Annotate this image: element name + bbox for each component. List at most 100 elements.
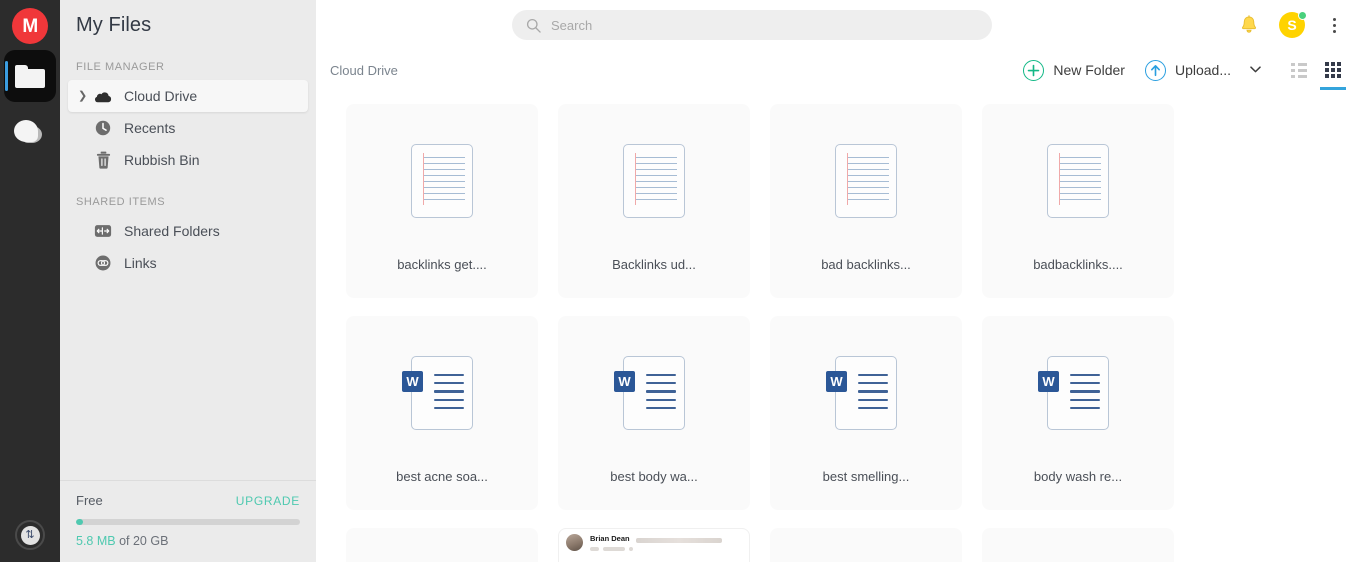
rail-item-cloud-drive[interactable] xyxy=(4,50,56,102)
sidebar-item-label: Rubbish Bin xyxy=(124,152,200,168)
file-card[interactable]: Wbest smelling... xyxy=(770,316,962,510)
file-thumbnail: W xyxy=(346,316,538,469)
file-thumbnail: W xyxy=(558,316,750,469)
trash-bin-icon xyxy=(92,149,114,171)
transfers-icon[interactable]: ⇅ xyxy=(15,520,45,550)
file-name-label: Backlinks ud... xyxy=(612,257,696,272)
storage-progress-bar xyxy=(76,519,300,525)
grid-view-button[interactable] xyxy=(1319,53,1347,90)
file-grid: backlinks get.... Backlinks ud... bad back… xyxy=(316,100,1357,510)
left-rail: M ⇅ xyxy=(0,0,60,562)
breadcrumb[interactable]: Cloud Drive xyxy=(330,63,398,78)
mega-logo-letter: M xyxy=(22,15,38,37)
page-title: My Files xyxy=(76,14,152,36)
file-card[interactable]: badbacklinks.... xyxy=(982,104,1174,298)
upload-button[interactable]: Upload... xyxy=(1135,50,1271,90)
file-card[interactable]: bad backlinks... xyxy=(770,104,962,298)
chat-bubble-icon xyxy=(14,120,46,148)
top-bar-actions: S xyxy=(1239,0,1343,50)
sidebar-item-shared-folders[interactable]: Shared Folders xyxy=(68,215,308,247)
online-status-dot xyxy=(1298,11,1307,20)
sidebar-item-label: Cloud Drive xyxy=(124,88,198,104)
sidebar-item-rubbish-bin[interactable]: Rubbish Bin xyxy=(68,144,308,176)
storage-total-value: of 20 GB xyxy=(115,534,169,548)
file-card[interactable]: Wbody wash re... xyxy=(982,316,1174,510)
sidebar-item-recents[interactable]: Recents xyxy=(68,112,308,144)
word-badge: W xyxy=(614,370,635,392)
chevron-right-icon[interactable]: ❯ xyxy=(78,90,92,102)
storage-used-value: 5.8 MB xyxy=(76,534,116,548)
word-badge: W xyxy=(402,370,423,392)
text-document-icon xyxy=(835,143,897,218)
sidebar-item-cloud-drive[interactable]: ❯ Cloud Drive xyxy=(68,80,308,112)
file-thumbnail xyxy=(770,104,962,257)
file-name-label: best acne soa... xyxy=(396,469,488,484)
word-badge: W xyxy=(826,370,847,392)
search-input[interactable]: Search xyxy=(512,10,992,40)
file-thumbnail xyxy=(346,104,538,257)
top-bar: Search S xyxy=(316,0,1357,50)
clock-icon xyxy=(92,117,114,139)
kebab-menu-icon[interactable] xyxy=(1325,15,1343,35)
file-card[interactable] xyxy=(346,528,538,562)
list-view-icon xyxy=(1291,62,1307,78)
file-name-label: backlinks get.... xyxy=(397,257,487,272)
bell-icon[interactable] xyxy=(1239,14,1259,36)
file-name-label: body wash re... xyxy=(1033,469,1123,484)
file-name-label: best smelling... xyxy=(822,469,910,484)
link-icon xyxy=(92,252,114,274)
file-card[interactable]: Wbest acne soa... xyxy=(346,316,538,510)
file-card[interactable]: Backlinks ud... xyxy=(558,104,750,298)
word-badge: W xyxy=(1038,370,1059,392)
file-card[interactable] xyxy=(770,528,962,562)
sidebar-item-label: Shared Folders xyxy=(124,223,220,239)
file-name-label: badbacklinks.... xyxy=(1033,257,1123,272)
preview-sender-email-redacted xyxy=(635,537,722,543)
shared-folders-icon xyxy=(92,220,114,242)
preview-subline xyxy=(590,547,722,551)
list-view-button[interactable] xyxy=(1285,53,1313,87)
word-document-icon: W xyxy=(1038,355,1109,430)
sidebar-item-links[interactable]: Links xyxy=(68,247,308,279)
text-document-icon xyxy=(1047,143,1109,218)
preview-sender-name: Brian Dean xyxy=(590,534,630,543)
file-thumbnail xyxy=(558,104,750,257)
rail-item-chat[interactable] xyxy=(4,108,56,160)
sidebar-section-label-file-manager: FILE MANAGER xyxy=(76,61,165,73)
file-card[interactable] xyxy=(982,528,1174,562)
word-document-icon: W xyxy=(614,355,685,430)
storage-panel: Free UPGRADE 5.8 MB of 20 GB xyxy=(60,480,316,562)
main-content: Search S Cloud Drive New Folder Upload..… xyxy=(316,0,1357,562)
view-toggle-group xyxy=(1285,53,1347,90)
upload-label: Upload... xyxy=(1174,62,1231,78)
avatar[interactable]: S xyxy=(1279,11,1307,38)
upload-arrow-icon xyxy=(1144,59,1166,81)
mega-logo[interactable]: M xyxy=(12,8,48,44)
text-document-icon xyxy=(623,143,685,218)
preview-avatar xyxy=(566,534,583,551)
plan-row: Free UPGRADE xyxy=(76,493,300,508)
file-name-label: best body wa... xyxy=(610,469,698,484)
upgrade-link[interactable]: UPGRADE xyxy=(236,494,300,508)
storage-progress-fill xyxy=(76,519,83,525)
file-grid-area[interactable]: backlinks get.... Backlinks ud... bad back… xyxy=(316,90,1357,562)
word-document-icon: W xyxy=(402,355,473,430)
storage-usage-text: 5.8 MB of 20 GB xyxy=(76,534,300,548)
cloud-icon xyxy=(92,85,114,107)
rail-bottom: ⇅ xyxy=(0,520,60,550)
folder-icon xyxy=(15,64,45,88)
file-card[interactable]: Brian Dean xyxy=(558,528,750,562)
new-folder-button[interactable]: New Folder xyxy=(1013,50,1135,90)
chevron-down-icon[interactable] xyxy=(1250,65,1261,76)
plus-circle-icon xyxy=(1023,59,1045,81)
file-card[interactable]: Wbest body wa... xyxy=(558,316,750,510)
file-card[interactable]: backlinks get.... xyxy=(346,104,538,298)
new-folder-label: New Folder xyxy=(1053,62,1125,78)
email-preview: Brian Dean xyxy=(566,534,742,551)
search-placeholder: Search xyxy=(551,17,593,33)
search-icon xyxy=(526,18,541,33)
toolbar: Cloud Drive New Folder Upload... xyxy=(316,50,1357,90)
word-document-icon: W xyxy=(826,355,897,430)
avatar-initial: S xyxy=(1287,17,1297,33)
